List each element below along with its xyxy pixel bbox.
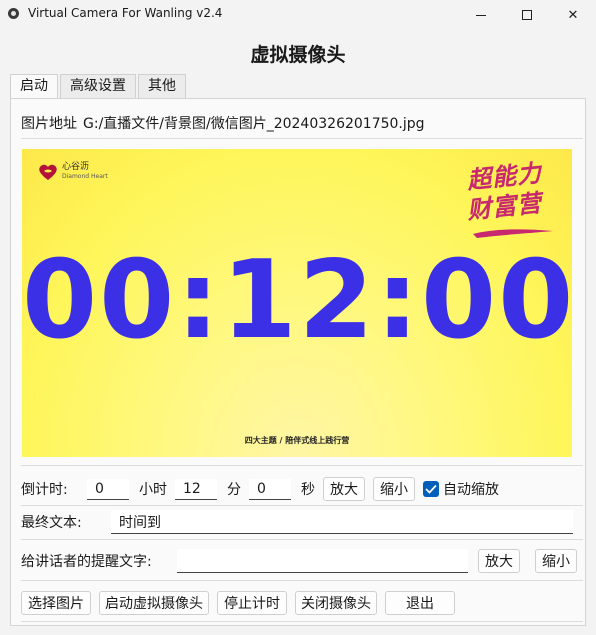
start-tab-panel: 图片地址 G:/直播文件/背景图/微信图片_20240326201750.jpg… xyxy=(10,98,586,626)
zoom-in-button[interactable]: 放大 xyxy=(323,477,365,501)
final-text-row: 最终文本: 时间到 xyxy=(21,510,573,534)
auto-scale-label: 自动缩放 xyxy=(443,482,499,498)
auto-scale-checkbox[interactable] xyxy=(423,481,439,497)
divider xyxy=(21,465,583,466)
zoom-out-button[interactable]: 缩小 xyxy=(373,477,415,501)
speaker-reminder-row: 给讲话者的提醒文字: 放大 缩小 xyxy=(21,549,577,573)
seconds-value: 0 xyxy=(257,480,266,497)
preview-brand: 超能力 财富营 xyxy=(466,159,557,241)
countdown-row: 倒计时: 0 小时 12 分 0 秒 放大 缩小 自动缩放 xyxy=(21,477,499,501)
title-bar: Virtual Camera For Wanling v2.4 ✕ xyxy=(0,0,596,30)
final-text-value: 时间到 xyxy=(119,514,161,531)
divider xyxy=(21,621,583,622)
maximize-icon xyxy=(522,10,532,20)
checkmark-icon xyxy=(425,484,437,494)
select-image-button[interactable]: 选择图片 xyxy=(21,591,91,615)
divider xyxy=(21,580,583,581)
divider xyxy=(21,539,583,540)
tab-bar: 启动 高级设置 其他 xyxy=(10,74,188,99)
minutes-value: 12 xyxy=(183,480,201,497)
brush-stroke-icon xyxy=(473,229,553,238)
close-icon: ✕ xyxy=(567,7,579,23)
close-button[interactable]: ✕ xyxy=(550,0,596,30)
close-camera-button[interactable]: 关闭摄像头 xyxy=(295,591,377,615)
divider xyxy=(21,138,583,139)
preview-logo-en: Diamond Heart xyxy=(62,173,108,180)
hours-input[interactable]: 0 xyxy=(87,478,129,500)
heart-logo-icon xyxy=(39,164,57,180)
minutes-unit-label: 分 xyxy=(227,482,241,498)
countdown-label: 倒计时: xyxy=(21,482,68,498)
stop-timer-button[interactable]: 停止计时 xyxy=(217,591,287,615)
preview-caption: 四大主题 / 陪伴式线上践行营 xyxy=(244,436,350,445)
hours-value: 0 xyxy=(95,480,104,497)
tab-other[interactable]: 其他 xyxy=(138,74,186,98)
hours-unit-label: 小时 xyxy=(139,482,167,498)
image-path-label: 图片地址 xyxy=(21,116,77,132)
image-path-row: 图片地址 G:/直播文件/背景图/微信图片_20240326201750.jpg xyxy=(21,113,425,133)
preview-timer: 00:12:00 xyxy=(22,238,572,363)
preview-logo-cn: 心谷沥 xyxy=(62,162,90,172)
tab-advanced-settings[interactable]: 高级设置 xyxy=(60,74,136,98)
reminder-zoom-in-button[interactable]: 放大 xyxy=(478,549,520,573)
app-circle-icon xyxy=(8,8,19,19)
exit-button[interactable]: 退出 xyxy=(385,591,455,615)
image-path-value: G:/直播文件/背景图/微信图片_20240326201750.jpg xyxy=(83,116,425,132)
speaker-reminder-input[interactable] xyxy=(177,549,468,573)
seconds-unit-label: 秒 xyxy=(301,482,315,498)
speaker-reminder-label: 给讲话者的提醒文字: xyxy=(21,554,152,570)
page-title: 虚拟摄像头 xyxy=(250,44,346,66)
preview-image: 心谷沥 Diamond Heart 超能力 财富营 00:12:00 四大主题 … xyxy=(22,149,572,457)
preview-logo: 心谷沥 Diamond Heart xyxy=(38,163,108,181)
final-text-input[interactable]: 时间到 xyxy=(111,510,573,534)
minimize-icon xyxy=(476,14,486,16)
divider xyxy=(21,505,583,506)
minimize-button[interactable] xyxy=(458,0,504,30)
minutes-input[interactable]: 12 xyxy=(175,478,217,500)
window-title: Virtual Camera For Wanling v2.4 xyxy=(28,6,223,20)
final-text-label: 最终文本: xyxy=(21,515,82,531)
maximize-button[interactable] xyxy=(504,0,550,30)
start-virtual-camera-button[interactable]: 启动虚拟摄像头 xyxy=(99,591,209,615)
action-buttons-row: 选择图片 启动虚拟摄像头 停止计时 关闭摄像头 退出 xyxy=(21,591,455,615)
reminder-zoom-out-button[interactable]: 缩小 xyxy=(535,549,577,573)
seconds-input[interactable]: 0 xyxy=(249,478,291,500)
tab-start[interactable]: 启动 xyxy=(10,74,58,99)
